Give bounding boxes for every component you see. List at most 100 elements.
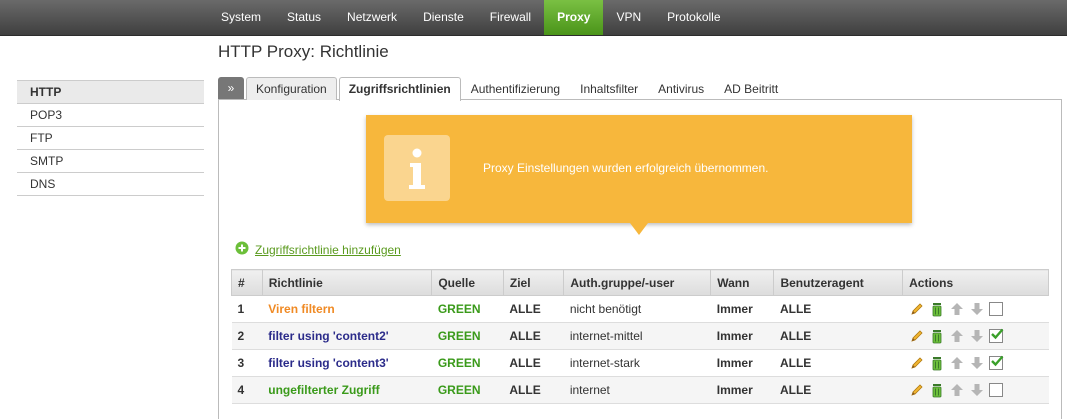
- table-row: 4 ungefilterter Zugriff GREEN ALLE internet I…: [231, 376, 1049, 404]
- move-down-icon[interactable]: [969, 355, 985, 371]
- nav-item-system[interactable]: System: [208, 0, 274, 35]
- destination-value: ALLE: [503, 349, 564, 377]
- enable-checkbox[interactable]: [988, 383, 1003, 397]
- sidebar: HTTP POP3 FTP SMTP DNS: [17, 80, 204, 196]
- info-icon: [384, 135, 450, 201]
- actions-cell: [902, 322, 1049, 350]
- source-value: GREEN: [431, 295, 504, 323]
- tab-konfiguration[interactable]: Konfiguration: [246, 77, 337, 100]
- nav-item-status[interactable]: Status: [274, 0, 334, 35]
- destination-value: ALLE: [503, 376, 564, 404]
- source-value: GREEN: [431, 376, 504, 404]
- policy-name-link[interactable]: Viren filtern: [262, 295, 432, 323]
- enable-checkbox[interactable]: [988, 354, 1006, 370]
- auth-group-value: internet-mittel: [563, 322, 711, 350]
- move-up-icon[interactable]: [949, 301, 965, 317]
- top-navigation: System Status Netzwerk Dienste Firewall Proxy…: [0, 0, 1067, 36]
- auth-group-value: internet-stark: [563, 349, 711, 377]
- source-value: GREEN: [431, 322, 504, 350]
- tab-inhaltsfilter[interactable]: Inhaltsfilter: [570, 77, 648, 100]
- delete-icon[interactable]: [929, 328, 945, 344]
- move-down-icon[interactable]: [969, 328, 985, 344]
- move-down-icon[interactable]: [969, 301, 985, 317]
- actions-cell: [902, 295, 1049, 323]
- column-header: Actions: [902, 269, 1049, 296]
- source-value: GREEN: [431, 349, 504, 377]
- tab-zugriffsrichtlinien[interactable]: Zugriffsrichtlinien: [338, 77, 461, 101]
- row-number: 3: [231, 349, 263, 377]
- actions-cell: [902, 376, 1049, 404]
- user-agent-value: ALLE: [773, 376, 903, 404]
- policy-name-link[interactable]: filter using 'content2': [262, 322, 432, 350]
- sidebar-item-smtp[interactable]: SMTP: [17, 150, 204, 173]
- policy-table: # Richtlinie Quelle Ziel Auth.gruppe/-user Wa…: [231, 269, 1049, 404]
- actions-group: [909, 355, 1043, 371]
- sidebar-item-pop3[interactable]: POP3: [17, 104, 204, 127]
- delete-icon[interactable]: [929, 301, 945, 317]
- nav-item-dienste[interactable]: Dienste: [410, 0, 477, 35]
- nav-item-vpn[interactable]: VPN: [603, 0, 654, 35]
- actions-group: [909, 382, 1043, 398]
- user-agent-value: ALLE: [773, 349, 903, 377]
- sidebar-item-dns[interactable]: DNS: [17, 173, 204, 196]
- edit-icon[interactable]: [909, 301, 925, 317]
- move-up-icon[interactable]: [949, 355, 965, 371]
- when-value: Immer: [710, 349, 774, 377]
- sidebar-item-ftp[interactable]: FTP: [17, 127, 204, 150]
- enable-checkbox[interactable]: [988, 327, 1006, 343]
- nav-item-firewall[interactable]: Firewall: [477, 0, 544, 35]
- notice-message: Proxy Einstellungen wurden erfolgreich ü…: [483, 161, 769, 175]
- policy-name-link[interactable]: ungefilterter Zugriff: [262, 376, 432, 404]
- auth-group-value: internet: [563, 376, 711, 404]
- nav-item-netzwerk[interactable]: Netzwerk: [334, 0, 410, 35]
- destination-value: ALLE: [503, 322, 564, 350]
- row-number: 1: [231, 295, 263, 323]
- nav-item-protokolle[interactable]: Protokolle: [654, 0, 733, 35]
- edit-icon[interactable]: [909, 382, 925, 398]
- nav-item-proxy[interactable]: Proxy: [544, 0, 604, 35]
- edit-icon[interactable]: [909, 328, 925, 344]
- delete-icon[interactable]: [929, 382, 945, 398]
- edit-icon[interactable]: [909, 355, 925, 371]
- success-notice: Proxy Einstellungen wurden erfolgreich ü…: [366, 115, 912, 235]
- tab-ad-beitritt[interactable]: AD Beitritt: [714, 77, 788, 100]
- column-header: Richtlinie: [261, 269, 433, 296]
- tab-authentifizierung[interactable]: Authentifizierung: [461, 77, 570, 100]
- destination-value: ALLE: [503, 295, 564, 323]
- top-nav-list: System Status Netzwerk Dienste Firewall Proxy…: [208, 0, 734, 35]
- when-value: Immer: [710, 322, 774, 350]
- column-header: Quelle: [431, 269, 504, 296]
- tab-antivirus[interactable]: Antivirus: [648, 77, 714, 100]
- column-header: #: [231, 269, 263, 296]
- expand-tabs-button[interactable]: »: [218, 77, 244, 99]
- checkmark-icon: [990, 327, 1006, 343]
- actions-group: [909, 301, 1043, 317]
- tab-bar: » Konfiguration Zugriffsrichtlinien Authen…: [218, 77, 1061, 101]
- user-agent-value: ALLE: [773, 295, 903, 323]
- row-number: 4: [231, 376, 263, 404]
- move-up-icon[interactable]: [949, 382, 965, 398]
- policy-name-link[interactable]: filter using 'content3': [262, 349, 432, 377]
- add-policy-link[interactable]: Zugriffsrichtlinie hinzufügen: [235, 241, 401, 258]
- add-icon: [235, 241, 249, 258]
- actions-cell: [902, 349, 1049, 377]
- table-header-row: # Richtlinie Quelle Ziel Auth.gruppe/-user Wa…: [231, 269, 1049, 296]
- column-header: Benutzeragent: [773, 269, 904, 296]
- delete-icon[interactable]: [929, 355, 945, 371]
- user-agent-value: ALLE: [773, 322, 903, 350]
- add-policy-link-text[interactable]: Zugriffsrichtlinie hinzufügen: [255, 243, 401, 257]
- column-header: Auth.gruppe/-user: [563, 269, 712, 296]
- notice-arrow: [630, 223, 648, 235]
- sidebar-item-http[interactable]: HTTP: [17, 80, 204, 104]
- enable-checkbox[interactable]: [988, 302, 1003, 316]
- table-row: 3 filter using 'content3' GREEN ALLE interne…: [231, 349, 1049, 377]
- row-number: 2: [231, 322, 263, 350]
- tab-list: Konfiguration Zugriffsrichtlinien Authenti…: [246, 77, 788, 101]
- move-down-icon[interactable]: [969, 382, 985, 398]
- checkmark-icon: [990, 354, 1006, 370]
- when-value: Immer: [710, 295, 774, 323]
- column-header: Ziel: [502, 269, 565, 296]
- move-up-icon[interactable]: [949, 328, 965, 344]
- page-title: HTTP Proxy: Richtlinie: [218, 42, 389, 61]
- column-header: Wann: [710, 269, 775, 296]
